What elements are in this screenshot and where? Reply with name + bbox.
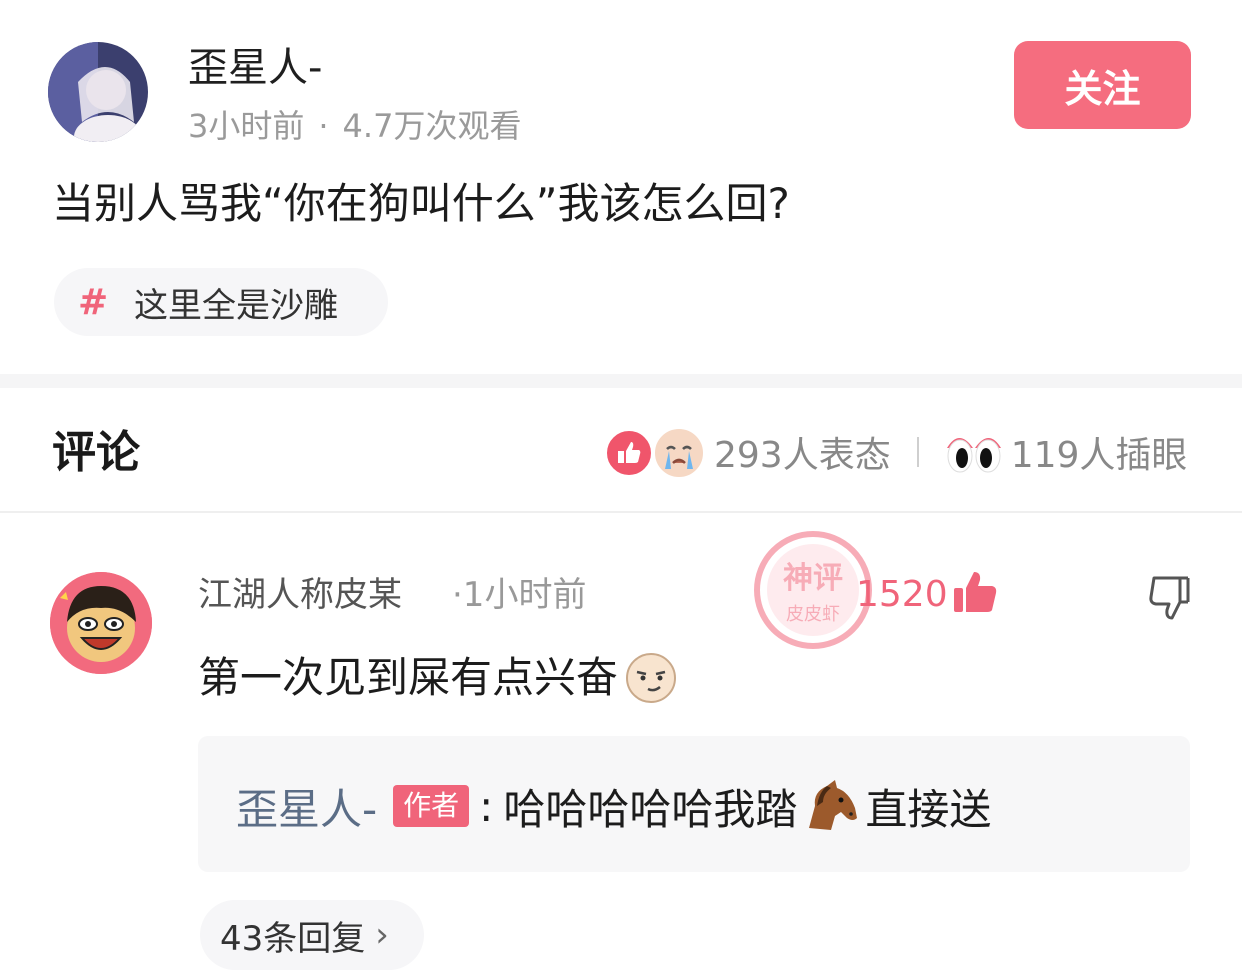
author-badge: 作者 bbox=[393, 785, 470, 827]
reply-colon: : bbox=[479, 781, 494, 831]
post-time: 3小时前 bbox=[188, 107, 305, 145]
chevron-right-icon: › bbox=[375, 915, 389, 955]
thumbs-up-reaction-icon bbox=[604, 428, 654, 478]
reactions-count: 293人表态 bbox=[714, 435, 891, 476]
commenter-name[interactable]: 江湖人称皮某 bbox=[198, 572, 402, 618]
author-reply: 歪星人- 作者 : 哈哈哈哈哈我踏 直接送 bbox=[236, 776, 991, 836]
commenter-avatar[interactable] bbox=[50, 572, 152, 674]
reaction-icons bbox=[604, 424, 714, 480]
smirk-face-emoji-icon bbox=[626, 653, 677, 703]
section-divider bbox=[0, 374, 1242, 388]
thumbs-up-icon[interactable] bbox=[950, 568, 1000, 618]
view-replies-button[interactable]: 43条回复 › bbox=[200, 900, 424, 970]
comment-text: 第一次见到屎有点兴奋 bbox=[198, 653, 619, 702]
author-name[interactable]: 歪星人- bbox=[188, 42, 322, 94]
like-count: 1520 bbox=[856, 574, 948, 615]
topic-label: 这里全是沙雕 bbox=[134, 285, 338, 326]
author-reply-box[interactable]: 歪星人- 作者 : 哈哈哈哈哈我踏 直接送 bbox=[198, 736, 1190, 872]
stamp-text-bottom: 皮皮虾 bbox=[786, 604, 840, 625]
post-meta: 3小时前 · 4.7万次观看 bbox=[188, 104, 521, 148]
follow-button[interactable]: 关注 bbox=[1014, 41, 1191, 129]
crying-face-reaction-icon bbox=[652, 426, 706, 480]
thumbs-down-icon[interactable] bbox=[1144, 572, 1194, 622]
hashtag-icon: # bbox=[78, 281, 109, 323]
comments-divider bbox=[0, 511, 1242, 513]
post-title: 当别人骂我“你在狗叫什么”我该怎么回? bbox=[52, 179, 790, 228]
reply-text-after: 直接送 bbox=[865, 784, 992, 834]
comment-time: ·1小时前 bbox=[452, 575, 587, 615]
author-avatar[interactable] bbox=[48, 42, 148, 142]
post-detail-page: 歪星人- 3小时前 · 4.7万次观看 关注 当别人骂我“你在狗叫什么”我该怎么回?… bbox=[0, 0, 1242, 978]
eyes-icon bbox=[946, 438, 1001, 473]
reactions-summary[interactable]: 293人表态 119人插眼 bbox=[604, 422, 1187, 482]
horse-emoji-icon bbox=[809, 780, 858, 830]
eyes-count: 119人插眼 bbox=[1010, 435, 1188, 476]
topic-tag[interactable]: # 这里全是沙雕 bbox=[54, 268, 388, 336]
reply-author-name[interactable]: 歪星人- bbox=[236, 776, 377, 837]
reply-count-label: 43条回复 bbox=[220, 918, 366, 959]
stamp-text-top: 神评 bbox=[783, 561, 843, 596]
reply-text-before: 哈哈哈哈哈我踏 bbox=[503, 784, 798, 834]
post-views: 4.7万次观看 bbox=[342, 107, 522, 145]
reactions-separator bbox=[916, 437, 919, 467]
meta-separator: · bbox=[318, 107, 329, 145]
comment-text-row: 第一次见到屎有点兴奋 bbox=[198, 648, 678, 708]
comments-title: 评论 bbox=[52, 427, 140, 478]
